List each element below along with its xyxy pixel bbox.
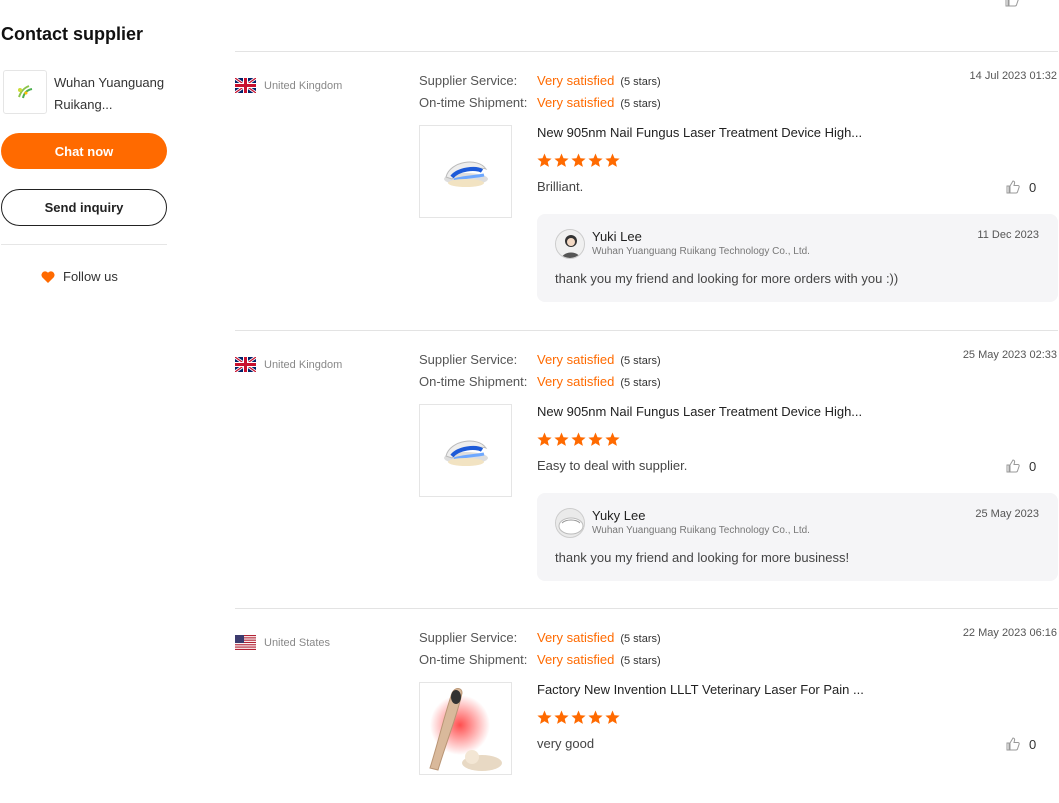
- shipment-label: On-time Shipment:: [419, 652, 528, 667]
- country-name: United Kingdom: [264, 358, 343, 371]
- shipment-value: Very satisfied: [537, 652, 615, 667]
- star-icon: [537, 432, 552, 446]
- supplier-logo[interactable]: [3, 70, 47, 114]
- product-thumbnail[interactable]: [419, 125, 512, 218]
- star-icon: [588, 710, 603, 724]
- star-icon: [571, 432, 586, 446]
- star-rating: [537, 432, 620, 447]
- supplier-name-link[interactable]: Wuhan Yuanguang Ruikang...: [54, 72, 169, 116]
- supplier-service-label: Supplier Service:: [419, 630, 518, 645]
- rating-summary: Supplier Service: Very satisfied (5 stars)…: [419, 349, 661, 393]
- review-comment: very good: [537, 736, 595, 751]
- like-count: 0: [1029, 179, 1037, 195]
- country-name: United States: [264, 636, 331, 649]
- shipment-stars: (5 stars): [620, 98, 661, 110]
- follow-us-button[interactable]: Follow us: [41, 269, 118, 284]
- reply-text: thank you my friend and looking for more…: [555, 271, 899, 286]
- reply-company: Wuhan Yuanguang Ruikang Technology Co., …: [592, 246, 810, 257]
- star-icon: [605, 432, 620, 446]
- review-item: United Kingdom Supplier Service: Very sat…: [235, 330, 1059, 600]
- shipment-stars: (5 stars): [620, 377, 661, 389]
- star-icon: [571, 710, 586, 724]
- reply-date: 11 Dec 2023: [977, 229, 1039, 241]
- country-name: United Kingdom: [264, 79, 343, 92]
- like-button[interactable]: 0: [1005, 179, 1036, 195]
- reply-company: Wuhan Yuanguang Ruikang Technology Co., …: [592, 525, 810, 536]
- sidebar-divider: [1, 244, 167, 245]
- supplier-reply: Yuki Lee Wuhan Yuanguang Ruikang Technol…: [537, 214, 1058, 302]
- star-icon: [571, 153, 586, 167]
- thumb-up-icon: [1006, 737, 1020, 751]
- product-title-link[interactable]: Factory New Invention LLLT Veterinary La…: [537, 682, 864, 697]
- shipment-value: Very satisfied: [537, 95, 615, 110]
- heart-icon: [41, 270, 55, 283]
- shipment-label: On-time Shipment:: [419, 374, 528, 389]
- rating-summary: Supplier Service: Very satisfied (5 stars)…: [419, 627, 661, 671]
- like-button[interactable]: 0: [1005, 736, 1036, 752]
- star-rating: [537, 153, 620, 168]
- rating-summary: Supplier Service: Very satisfied (5 stars)…: [419, 70, 661, 114]
- product-title-link[interactable]: New 905nm Nail Fungus Laser Treatment De…: [537, 404, 862, 419]
- supplier-service-stars: (5 stars): [620, 355, 661, 367]
- supplier-service-stars: (5 stars): [620, 76, 661, 88]
- us-flag-icon: [235, 635, 256, 650]
- reviewer-country: United Kingdom: [235, 78, 342, 93]
- supplier-service-value: Very satisfied: [537, 630, 615, 645]
- supplier-service-value: Very satisfied: [537, 73, 615, 88]
- review-date: 25 May 2023 02:33: [962, 349, 1057, 361]
- shipment-label: On-time Shipment:: [419, 95, 528, 110]
- star-icon: [588, 153, 603, 167]
- star-icon: [537, 710, 552, 724]
- star-icon: [554, 710, 569, 724]
- supplier-service-label: Supplier Service:: [419, 73, 518, 88]
- uk-flag-icon: [235, 78, 256, 93]
- like-button[interactable]: 0: [1005, 458, 1036, 474]
- star-icon: [554, 432, 569, 446]
- like-count: 0: [1029, 736, 1037, 752]
- chat-now-button[interactable]: Chat now: [1, 133, 167, 169]
- supplier-service-value: Very satisfied: [537, 352, 615, 367]
- supplier-info[interactable]: Wuhan Yuanguang Ruikang...: [3, 70, 168, 116]
- thumb-up-icon[interactable]: [1004, 0, 1020, 13]
- uk-flag-icon: [235, 357, 256, 372]
- star-icon: [605, 710, 620, 724]
- thumb-up-icon: [1006, 180, 1020, 194]
- reviewer-country: United Kingdom: [235, 357, 342, 372]
- reviewer-country: United States: [235, 635, 330, 650]
- star-rating: [537, 710, 620, 725]
- review-item: United States Supplier Service: Very sati…: [235, 608, 1059, 803]
- star-icon: [588, 432, 603, 446]
- shipment-value: Very satisfied: [537, 374, 615, 389]
- follow-us-label: Follow us: [63, 269, 118, 284]
- star-icon: [537, 153, 552, 167]
- review-date: 14 Jul 2023 01:32: [969, 70, 1057, 82]
- shipment-stars: (5 stars): [620, 655, 661, 667]
- review-date: 22 May 2023 06:16: [962, 627, 1057, 639]
- product-thumbnail[interactable]: [419, 682, 512, 775]
- thumb-up-icon: [1006, 459, 1020, 473]
- reply-text: thank you my friend and looking for more…: [555, 550, 850, 565]
- reply-date: 25 May 2023: [975, 508, 1039, 520]
- product-title-link[interactable]: New 905nm Nail Fungus Laser Treatment De…: [537, 125, 862, 140]
- send-inquiry-button[interactable]: Send inquiry: [1, 189, 167, 226]
- supplier-reply: Yuky Lee Wuhan Yuanguang Ruikang Technol…: [537, 493, 1058, 581]
- contact-supplier-title: Contact supplier: [1, 24, 144, 44]
- supplier-service-label: Supplier Service:: [419, 352, 518, 367]
- review-comment: Easy to deal with supplier.: [537, 458, 688, 473]
- reply-author-name: Yuki Lee: [592, 229, 642, 244]
- avatar: [555, 508, 585, 538]
- star-icon: [554, 153, 569, 167]
- review-comment: Brilliant.: [537, 179, 584, 194]
- review-item: United Kingdom Supplier Service: Very sat…: [235, 51, 1059, 321]
- product-thumbnail[interactable]: [419, 404, 512, 497]
- reply-author-name: Yuky Lee: [592, 508, 646, 523]
- like-count: 0: [1029, 458, 1037, 474]
- supplier-service-stars: (5 stars): [620, 633, 661, 645]
- avatar: [555, 229, 585, 259]
- star-icon: [605, 153, 620, 167]
